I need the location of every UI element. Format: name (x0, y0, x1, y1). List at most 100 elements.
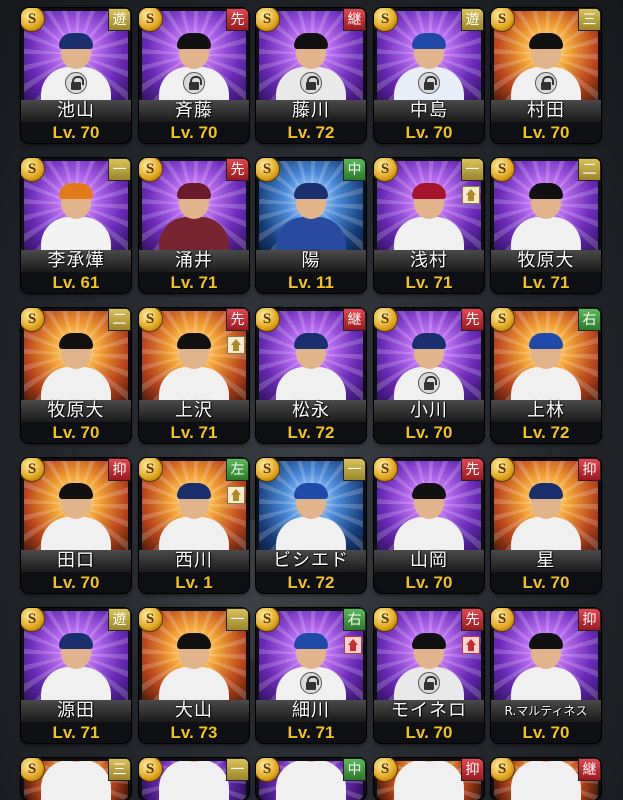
player-level: Lv. 70 (522, 123, 570, 142)
player-figure (276, 483, 346, 557)
player-card[interactable]: S 一ビシエド Lv. 72 (256, 458, 366, 593)
player-name: R.マルティネス (491, 700, 601, 722)
player-name: 松永 (256, 400, 366, 422)
player-name: 源田 (21, 700, 131, 722)
player-level: Lv. 71 (287, 723, 335, 742)
position-badge: 右 (578, 308, 601, 331)
player-name: 星 (491, 550, 601, 572)
position-badge: 先 (461, 308, 484, 331)
player-card[interactable]: S 三村田 Lv. 70 (491, 8, 601, 143)
player-level: Lv. 70 (522, 723, 570, 742)
player-figure (511, 761, 581, 800)
player-figure (394, 333, 464, 407)
player-card[interactable]: S 右細川 Lv. 71 (256, 608, 366, 743)
player-card[interactable]: S一 (139, 758, 249, 800)
player-card[interactable]: S抑 (374, 758, 484, 800)
player-name: 李承燁 (21, 250, 131, 272)
player-card[interactable]: S 先山岡 Lv. 70 (374, 458, 484, 593)
player-card[interactable]: S 先涌井 Lv. 71 (139, 158, 249, 293)
player-level: Lv. 70 (522, 573, 570, 592)
level-up-arrow-icon (462, 186, 480, 204)
player-figure (159, 33, 229, 107)
position-badge: 中 (343, 758, 366, 781)
player-card[interactable]: S中 (256, 758, 366, 800)
player-name: 田口 (21, 550, 131, 572)
lock-icon (418, 372, 440, 394)
player-level: Lv. 71 (405, 273, 453, 292)
player-card[interactable]: S 左西川 Lv. 1 (139, 458, 249, 593)
position-badge: 抑 (461, 758, 484, 781)
player-level: Lv. 70 (405, 123, 453, 142)
position-badge: 抑 (108, 458, 131, 481)
player-name: 上沢 (139, 400, 249, 422)
player-card[interactable]: S 先小川 Lv. 70 (374, 308, 484, 443)
player-figure (511, 183, 581, 257)
player-figure (394, 33, 464, 107)
player-level: Lv. 71 (170, 423, 218, 442)
player-level: Lv. 61 (52, 273, 100, 292)
player-card[interactable]: S 一浅村 Lv. 71 (374, 158, 484, 293)
player-figure (41, 761, 111, 800)
player-card[interactable]: S 継松永 Lv. 72 (256, 308, 366, 443)
player-name: 西川 (139, 550, 249, 572)
player-figure (394, 183, 464, 257)
player-level: Lv. 71 (170, 273, 218, 292)
player-figure (511, 33, 581, 107)
player-card[interactable]: S 抑星 Lv. 70 (491, 458, 601, 593)
player-card[interactable]: S 先モイネロ Lv. 70 (374, 608, 484, 743)
player-card[interactable]: S 遊中島 Lv. 70 (374, 8, 484, 143)
player-name: ビシエド (256, 550, 366, 572)
position-badge: 先 (226, 158, 249, 181)
player-level: Lv. 11 (288, 273, 334, 292)
player-figure (159, 183, 229, 257)
player-card[interactable]: S 一李承燁 Lv. 61 (21, 158, 131, 293)
player-level: Lv. 72 (287, 573, 335, 592)
player-card[interactable]: S 先斉藤 Lv. 70 (139, 8, 249, 143)
position-badge: 継 (343, 308, 366, 331)
player-figure (159, 333, 229, 407)
player-card[interactable]: S 中陽 Lv. 11 (256, 158, 366, 293)
player-figure (394, 633, 464, 707)
lock-icon (65, 72, 87, 94)
player-card[interactable]: S 先上沢 Lv. 71 (139, 308, 249, 443)
player-figure (41, 183, 111, 257)
player-level: Lv. 72 (287, 123, 335, 142)
position-badge: 一 (226, 758, 249, 781)
player-card[interactable]: S 遊源田 Lv. 71 (21, 608, 131, 743)
position-badge: 先 (461, 608, 484, 631)
player-level: Lv. 72 (287, 423, 335, 442)
player-card[interactable]: S 二牧原大 Lv. 71 (491, 158, 601, 293)
player-level: Lv. 1 (175, 573, 213, 592)
player-card[interactable]: S 抑 R.マルティネス Lv. 70 (491, 608, 601, 743)
player-card[interactable]: S 二牧原大 Lv. 70 (21, 308, 131, 443)
player-figure (41, 333, 111, 407)
position-badge: 一 (226, 608, 249, 631)
player-figure (159, 761, 229, 800)
player-card[interactable]: S三 (21, 758, 131, 800)
player-card[interactable]: S 遊池山 Lv. 70 (21, 8, 131, 143)
lock-icon (183, 72, 205, 94)
level-up-arrow-icon (227, 336, 245, 354)
player-level: Lv. 70 (405, 723, 453, 742)
lock-icon (418, 672, 440, 694)
player-card[interactable]: S 抑田口 Lv. 70 (21, 458, 131, 593)
player-card[interactable]: S 継藤川 Lv. 72 (256, 8, 366, 143)
position-badge: 右 (343, 608, 366, 631)
player-name: 細川 (256, 700, 366, 722)
position-badge: 左 (226, 458, 249, 481)
player-level: Lv. 70 (405, 573, 453, 592)
player-level: Lv. 70 (52, 123, 100, 142)
level-up-arrow-icon (462, 636, 480, 654)
player-level: Lv. 71 (52, 723, 100, 742)
player-figure (276, 33, 346, 107)
player-figure (159, 483, 229, 557)
player-name: 涌井 (139, 250, 249, 272)
player-name: 小川 (374, 400, 484, 422)
player-card[interactable]: S 右上林 Lv. 72 (491, 308, 601, 443)
player-card[interactable]: S継 (491, 758, 601, 800)
player-card[interactable]: S 一大山 Lv. 73 (139, 608, 249, 743)
player-figure (394, 483, 464, 557)
position-badge: 継 (343, 8, 366, 31)
position-badge: 先 (461, 458, 484, 481)
player-card-grid: S 遊池山 Lv. 70 S 先斉藤 Lv. 70 S 継藤川 Lv. 72 S 遊中島 Lv. 70… (0, 0, 623, 800)
